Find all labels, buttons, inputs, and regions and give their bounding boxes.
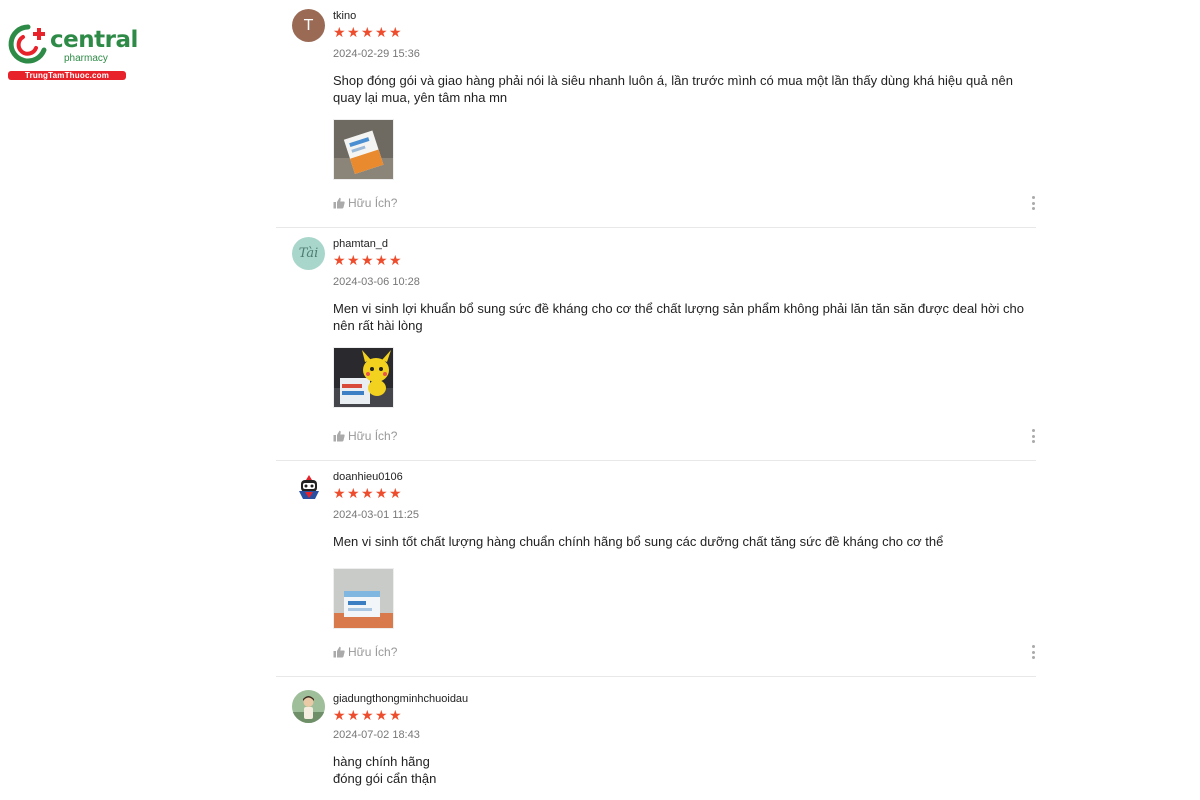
brand-name: central bbox=[50, 27, 138, 53]
more-options-icon[interactable] bbox=[1030, 645, 1036, 659]
helpful-label: Hữu Ích? bbox=[348, 429, 398, 443]
star-rating: ★ ★ ★ ★ ★ bbox=[333, 707, 402, 723]
star-icon: ★ bbox=[333, 485, 346, 501]
helpful-button[interactable]: Hữu Ích? bbox=[333, 429, 397, 443]
review-photo[interactable] bbox=[333, 347, 394, 408]
review-photo[interactable] bbox=[333, 568, 394, 629]
star-icon: ★ bbox=[389, 485, 402, 501]
review-item: doanhieu0106 ★ ★ ★ ★ ★ 2024-03-01 11:25 … bbox=[276, 461, 1036, 677]
review-date: 2024-03-06 10:28 bbox=[333, 276, 420, 288]
star-icon: ★ bbox=[347, 707, 360, 723]
avatar[interactable]: Tài bbox=[292, 237, 325, 270]
helpful-button[interactable]: Hữu Ích? bbox=[333, 645, 397, 659]
brand-logo[interactable]: central pharmacy TrungTamThuoc.com bbox=[6, 22, 138, 82]
pharmacy-cross-logo-icon bbox=[8, 24, 47, 64]
review-comment: Men vi sinh lợi khuẩn bổ sung sức đề khá… bbox=[333, 301, 1024, 333]
star-icon: ★ bbox=[375, 24, 388, 40]
review-date: 2024-03-01 11:25 bbox=[333, 509, 420, 521]
review-item: Tài phamtan_d ★ ★ ★ ★ ★ 2024-03-06 10:28… bbox=[276, 228, 1036, 461]
review-comment-line: đóng gói cẩn thận bbox=[333, 771, 437, 786]
avatar[interactable] bbox=[292, 470, 325, 503]
review-comment: Men vi sinh tốt chất lượng hàng chuẩn ch… bbox=[333, 534, 944, 549]
review-username[interactable]: tkino bbox=[333, 9, 356, 23]
review-comment: Shop đóng gói và giao hàng phải nói là s… bbox=[333, 73, 1013, 105]
star-icon: ★ bbox=[347, 252, 360, 268]
review-date: 2024-02-29 15:36 bbox=[333, 48, 420, 60]
review-username[interactable]: giadungthongminhchuoidau bbox=[333, 692, 468, 706]
avatar-letter: T bbox=[303, 16, 314, 34]
review-date: 2024-07-02 18:43 bbox=[333, 729, 420, 741]
thumbs-up-icon bbox=[333, 197, 345, 209]
star-icon: ★ bbox=[375, 485, 388, 501]
star-icon: ★ bbox=[361, 252, 374, 268]
star-icon: ★ bbox=[361, 24, 374, 40]
star-rating: ★ ★ ★ ★ ★ bbox=[333, 24, 402, 40]
star-icon: ★ bbox=[361, 485, 374, 501]
helpful-label: Hữu Ích? bbox=[348, 196, 398, 210]
review-comment: hàng chính hãng đóng gói cẩn thận bbox=[333, 753, 1033, 787]
review-item: giadungthongminhchuoidau ★ ★ ★ ★ ★ 2024-… bbox=[276, 677, 1036, 800]
review-username[interactable]: doanhieu0106 bbox=[333, 470, 403, 484]
review-username[interactable]: phamtan_d bbox=[333, 237, 388, 251]
brand-site: TrungTamThuoc.com bbox=[8, 71, 126, 80]
star-icon: ★ bbox=[347, 485, 360, 501]
star-icon: ★ bbox=[389, 707, 402, 723]
star-icon: ★ bbox=[375, 252, 388, 268]
star-icon: ★ bbox=[361, 707, 374, 723]
star-icon: ★ bbox=[375, 707, 388, 723]
helpful-label: Hữu Ích? bbox=[348, 645, 398, 659]
star-icon: ★ bbox=[333, 24, 346, 40]
brand-subtitle: pharmacy bbox=[64, 53, 108, 64]
star-icon: ★ bbox=[333, 707, 346, 723]
robot-avatar-icon bbox=[298, 474, 319, 499]
star-icon: ★ bbox=[389, 24, 402, 40]
review-list: T tkino ★ ★ ★ ★ ★ 2024-02-29 15:36 Shop … bbox=[276, 0, 1036, 800]
review-photo[interactable] bbox=[333, 119, 394, 180]
thumbs-up-icon bbox=[333, 646, 345, 658]
thumbs-up-icon bbox=[333, 430, 345, 442]
avatar[interactable] bbox=[292, 690, 325, 723]
avatar-letter: Tài bbox=[298, 246, 319, 261]
avatar[interactable]: T bbox=[292, 9, 325, 42]
review-item: T tkino ★ ★ ★ ★ ★ 2024-02-29 15:36 Shop … bbox=[276, 0, 1036, 228]
helpful-button[interactable]: Hữu Ích? bbox=[333, 196, 397, 210]
star-rating: ★ ★ ★ ★ ★ bbox=[333, 485, 402, 501]
star-icon: ★ bbox=[333, 252, 346, 268]
review-comment-line: hàng chính hãng bbox=[333, 754, 430, 769]
star-rating: ★ ★ ★ ★ ★ bbox=[333, 252, 402, 268]
star-icon: ★ bbox=[347, 24, 360, 40]
more-options-icon[interactable] bbox=[1030, 429, 1036, 443]
person-photo-avatar-icon bbox=[292, 690, 325, 723]
more-options-icon[interactable] bbox=[1030, 196, 1036, 210]
star-icon: ★ bbox=[389, 252, 402, 268]
